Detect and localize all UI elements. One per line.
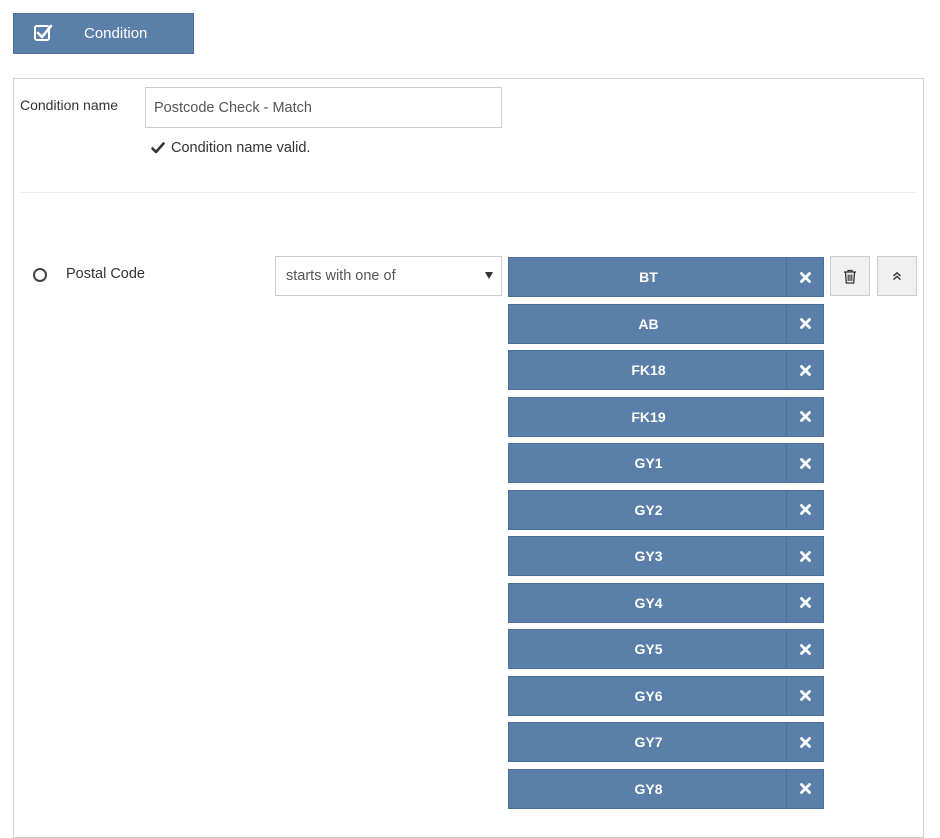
value-chip: AB: [508, 303, 824, 344]
value-chip: FK18: [508, 350, 824, 390]
close-icon: [799, 364, 811, 376]
value-chip: GY8: [508, 768, 824, 809]
remove-value-button[interactable]: [786, 351, 823, 389]
remove-value-button[interactable]: [786, 676, 823, 715]
divider: [20, 192, 916, 193]
remove-value-button[interactable]: [786, 583, 823, 622]
value-chip-label: FK19: [631, 408, 666, 425]
value-chip: FK19: [508, 396, 824, 437]
close-icon: [799, 411, 811, 422]
condition-button[interactable]: Condition: [13, 13, 194, 54]
value-chip-label: GY4: [634, 594, 663, 611]
value-chip: GY7: [508, 722, 824, 762]
value-chip: GY2: [508, 489, 824, 530]
close-icon: [799, 736, 811, 748]
collapse-rule-button[interactable]: [877, 256, 917, 296]
remove-value-button[interactable]: [786, 630, 823, 668]
close-icon: [799, 690, 811, 701]
value-chip-label: GY5: [634, 641, 663, 657]
checkmark-icon: [151, 142, 165, 154]
trash-icon: [844, 269, 856, 284]
close-icon: [799, 271, 811, 283]
value-chip: GY3: [508, 536, 824, 576]
delete-rule-button[interactable]: [830, 256, 870, 296]
value-chip-label: GY1: [634, 455, 663, 471]
operator-value: starts with one of: [286, 268, 396, 284]
close-icon: [799, 550, 811, 562]
rule-radio[interactable]: [33, 268, 47, 282]
remove-value-button[interactable]: [786, 769, 823, 808]
close-icon: [799, 504, 811, 515]
remove-value-button[interactable]: [786, 723, 823, 761]
condition-name-label: Condition name: [20, 97, 119, 113]
remove-value-button[interactable]: [786, 537, 823, 575]
chevron-double-up-icon: [893, 271, 901, 281]
close-icon: [799, 643, 811, 655]
close-icon: [799, 783, 811, 794]
value-chip-label: GY8: [634, 780, 663, 797]
value-list: BT AB FK18 FK19 GY1 GY2 GY3 GY4 GY5 GY6 GY7 GY8: [508, 257, 824, 815]
remove-value-button[interactable]: [786, 397, 823, 436]
value-chip-label: GY2: [634, 501, 663, 518]
close-icon: [799, 457, 811, 469]
operator-select[interactable]: starts with one of: [275, 256, 502, 296]
value-chip: GY5: [508, 629, 824, 669]
value-chip-label: BT: [639, 269, 658, 285]
close-icon: [799, 597, 811, 608]
chevron-down-icon: [485, 272, 493, 279]
value-chip-label: GY6: [634, 687, 663, 704]
value-chip: BT: [508, 257, 824, 297]
remove-value-button[interactable]: [786, 258, 823, 296]
close-icon: [799, 318, 811, 329]
validation-message: Condition name valid.: [151, 140, 310, 156]
value-chip: GY6: [508, 675, 824, 716]
condition-button-label: Condition: [84, 25, 148, 42]
value-chip-label: GY3: [634, 548, 663, 564]
checkbox-check-icon: [34, 24, 53, 41]
remove-value-button[interactable]: [786, 304, 823, 343]
value-chip-label: AB: [638, 315, 659, 332]
value-chip: GY1: [508, 443, 824, 483]
value-chip-label: GY7: [634, 734, 663, 750]
value-chip: GY4: [508, 582, 824, 623]
remove-value-button[interactable]: [786, 490, 823, 529]
validation-text: Condition name valid.: [171, 140, 311, 156]
condition-name-input[interactable]: [145, 87, 502, 128]
value-chip-label: FK18: [631, 362, 666, 378]
remove-value-button[interactable]: [786, 444, 823, 482]
rule-field-label: Postal Code: [66, 266, 145, 282]
